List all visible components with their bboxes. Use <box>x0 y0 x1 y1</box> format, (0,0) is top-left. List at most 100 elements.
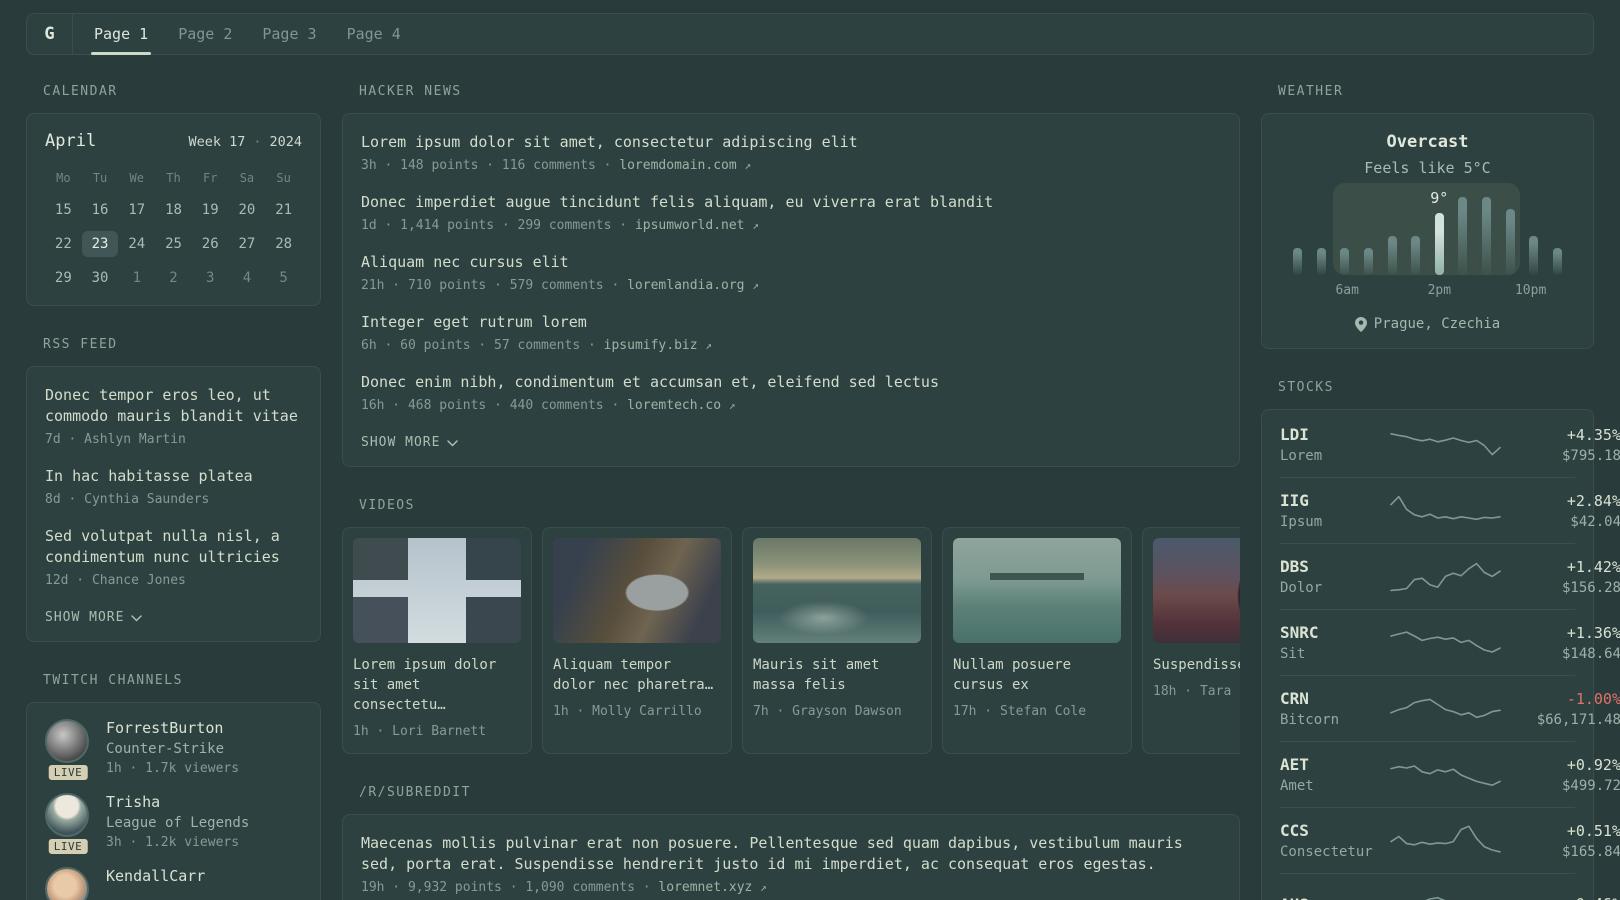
rss-item-title[interactable]: Sed volutpat nulla nisl, a condimentum n… <box>45 526 302 568</box>
video-title[interactable]: Nullam posuere cursus ex <box>953 655 1121 695</box>
reddit-post-title[interactable]: Maecenas mollis pulvinar erat non posuer… <box>361 833 1221 875</box>
reddit-post: Maecenas mollis pulvinar erat non posuer… <box>361 833 1221 895</box>
video-thumbnail[interactable] <box>1153 538 1240 643</box>
twitch-channel-meta: 1h · 1.7k viewers <box>106 761 240 776</box>
twitch-channel-name[interactable]: KendallCarr <box>106 867 205 885</box>
stock-ticker: DBS <box>1280 557 1309 576</box>
video-title[interactable]: Lorem ipsum dolor sit amet consectetu… <box>353 655 521 715</box>
app-logo[interactable]: G <box>27 14 73 54</box>
tab-page-4[interactable]: Page 4 <box>332 14 416 54</box>
hn-item-domain[interactable]: loremlandia.org <box>627 278 744 293</box>
rss-item-title[interactable]: Donec tempor eros leo, ut commodo mauris… <box>45 385 302 427</box>
weather-time-label: 6am <box>1335 283 1359 298</box>
video-title[interactable]: Aliquam tempor dolor nec pharetra… <box>553 655 721 695</box>
subreddit-widget: /R/SUBREDDIT Maecenas mollis pulvinar er… <box>342 785 1240 900</box>
calendar-day-next-month: 4 <box>242 270 252 286</box>
video-title[interactable]: Mauris sit amet massa felis <box>753 655 921 695</box>
stock-price: $156.28 <box>1561 579 1620 596</box>
avatar[interactable] <box>45 793 89 837</box>
hn-item-title[interactable]: Donec enim nibh, condimentum et accumsan… <box>361 372 1221 393</box>
reddit-post-domain[interactable]: loremnet.xyz <box>658 880 752 895</box>
rss-show-more-button[interactable]: SHOW MORE <box>45 610 143 625</box>
avatar[interactable] <box>45 719 89 763</box>
video-title[interactable]: Suspendisse diam <box>1153 655 1240 675</box>
show-more-label: SHOW MORE <box>361 435 441 450</box>
dashboard-page: G Page 1 Page 2 Page 3 Page 4 CALENDAR A… <box>0 0 1620 900</box>
twitch-section-title: TWITCH CHANNELS <box>43 673 183 688</box>
video-thumbnail[interactable] <box>553 538 721 643</box>
hn-item-domain[interactable]: ipsumworld.net <box>635 218 745 233</box>
separator-dot: · <box>253 134 262 150</box>
hn-item-meta: 16h · 468 points · 440 comments · loremt… <box>361 398 1221 413</box>
weather-bar <box>1482 197 1491 275</box>
calendar-week-info: Week 17 · 2024 <box>188 134 302 150</box>
chevron-down-icon <box>131 614 143 622</box>
hn-item-stats: 1d · 1,414 points · 299 comments · <box>361 218 628 233</box>
rss-item: In hac habitasse platea 8d · Cynthia Sau… <box>45 466 302 507</box>
stock-sparkline <box>1390 825 1501 853</box>
avatar[interactable] <box>45 867 89 900</box>
tab-page-2[interactable]: Page 2 <box>163 14 247 54</box>
rss-item-meta: 7d · Ashlyn Martin <box>45 432 186 447</box>
rss-item-meta: 8d · Cynthia Saunders <box>45 492 210 507</box>
rss-item-title[interactable]: In hac habitasse platea <box>45 466 302 487</box>
stock-price: $42.04 <box>1570 513 1620 530</box>
calendar-day: 29 <box>54 270 72 286</box>
twitch-channel[interactable]: LIVE Trisha League of Legends 3h · 1.2k … <box>45 793 302 856</box>
twitch-channel-name[interactable]: Trisha <box>106 793 249 811</box>
calendar-year: 2024 <box>269 134 302 150</box>
live-badge: LIVE <box>46 763 90 782</box>
hn-item-stats: 6h · 60 points · 57 comments · <box>361 338 596 353</box>
stock-row: AHS +0.46% <box>1280 874 1620 900</box>
calendar-day: 24 <box>128 236 146 252</box>
calendar-day: 18 <box>165 202 182 218</box>
calendar-dow: Mo <box>56 171 71 185</box>
hn-item-title[interactable]: Donec imperdiet augue tincidunt felis al… <box>361 192 1221 213</box>
middle-column: HACKER NEWS Lorem ipsum dolor sit amet, … <box>342 84 1240 900</box>
twitch-channel-name[interactable]: ForrestBurton <box>106 719 239 737</box>
weather-card: Overcast Feels like 5°C 9° 6am 2pm 10pm <box>1261 113 1594 349</box>
hn-item-title[interactable]: Lorem ipsum dolor sit amet, consectetur … <box>361 132 1221 153</box>
hn-item-meta: 3h · 148 points · 116 comments · loremdo… <box>361 158 1221 173</box>
hn-item-domain[interactable]: loremtech.co <box>627 398 721 413</box>
stock-ticker: LDI <box>1280 425 1309 444</box>
hn-item-domain[interactable]: loremdomain.com <box>619 158 736 173</box>
rss-section-title: RSS FEED <box>43 337 118 352</box>
calendar-day: 27 <box>238 236 256 252</box>
hn-item-stats: 21h · 710 points · 579 comments · <box>361 278 620 293</box>
hn-item-title[interactable]: Aliquam nec cursus elit <box>361 252 1221 273</box>
video-card[interactable]: Mauris sit amet massa felis 7h · Grayson… <box>742 527 932 754</box>
stock-ticker: CCS <box>1280 821 1309 840</box>
hn-item: Integer eget rutrum lorem 6h · 60 points… <box>361 312 1221 353</box>
video-card[interactable]: Lorem ipsum dolor sit amet consectetu… 1… <box>342 527 532 754</box>
calendar-section-title: CALENDAR <box>43 84 118 99</box>
calendar-day-next-month: 3 <box>205 270 215 286</box>
tab-page-3[interactable]: Page 3 <box>247 14 331 54</box>
stock-price: $499.72 <box>1561 777 1620 794</box>
video-card[interactable]: Suspendisse diam 18h · Tara <box>1142 527 1240 754</box>
calendar-day: 30 <box>91 270 109 286</box>
stock-ticker: CRN <box>1280 689 1309 708</box>
calendar-dow: Su <box>276 171 291 185</box>
video-card[interactable]: Nullam posuere cursus ex 17h · Stefan Co… <box>942 527 1132 754</box>
twitch-avatar-wrap: LIVE <box>45 719 91 782</box>
hn-item-title[interactable]: Integer eget rutrum lorem <box>361 312 1221 333</box>
twitch-channel[interactable]: LIVE ForrestBurton Counter-Strike 1h · 1… <box>45 719 302 782</box>
video-thumbnail[interactable] <box>753 538 921 643</box>
chevron-down-icon <box>447 439 459 447</box>
tab-page-1[interactable]: Page 1 <box>79 14 163 55</box>
hacker-news-widget: HACKER NEWS Lorem ipsum dolor sit amet, … <box>342 84 1240 467</box>
video-thumbnail[interactable] <box>353 538 521 643</box>
hn-item-domain[interactable]: ipsumify.biz <box>604 338 698 353</box>
video-thumbnail[interactable] <box>953 538 1121 643</box>
video-card[interactable]: Aliquam tempor dolor nec pharetra… 1h · … <box>542 527 732 754</box>
video-meta: 17h · Stefan Cole <box>953 704 1087 719</box>
weather-bar <box>1505 209 1515 275</box>
twitch-channel[interactable]: KendallCarr <box>45 867 302 900</box>
weather-chart: 9° <box>1290 183 1565 275</box>
right-column: WEATHER Overcast Feels like 5°C 9° 6am 2… <box>1261 84 1620 900</box>
external-link-icon: ↗ <box>752 219 759 232</box>
hn-show-more-button[interactable]: SHOW MORE <box>361 435 459 450</box>
stock-name: Consectetur <box>1280 844 1373 860</box>
stock-change: +0.92% <box>1566 755 1620 774</box>
